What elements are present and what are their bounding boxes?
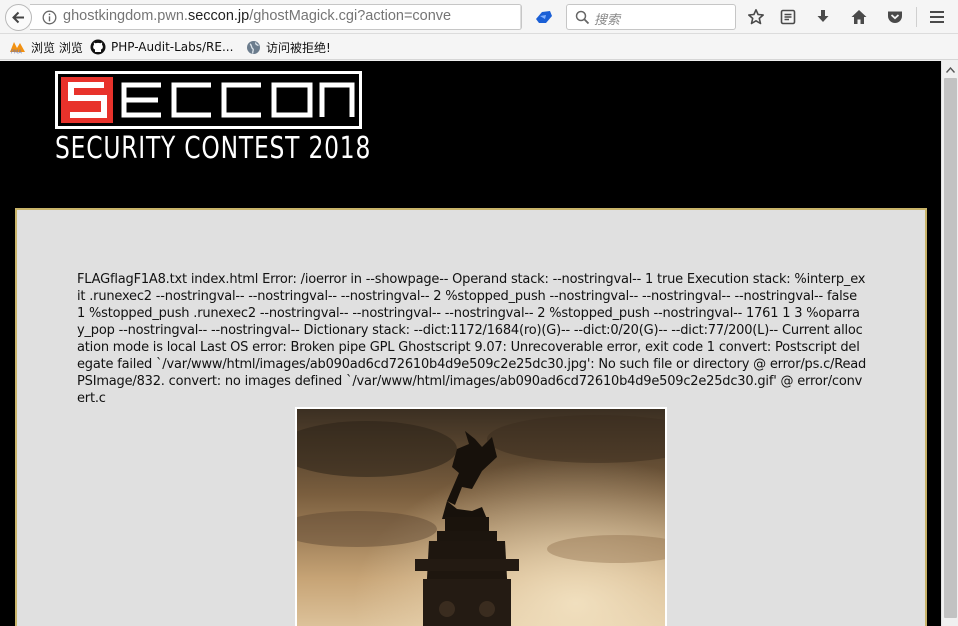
downloads-button[interactable] (811, 5, 835, 29)
github-icon (90, 39, 106, 55)
bookmark-label: 访问被拒绝! (266, 40, 331, 55)
pocket-button[interactable] (883, 5, 907, 29)
home-button[interactable] (847, 5, 871, 29)
bookmark-item-1[interactable]: PMA 浏览 浏览 (9, 39, 83, 55)
reader-list-button[interactable] (776, 5, 800, 29)
home-icon (851, 10, 867, 24)
back-arrow-icon (12, 11, 24, 24)
url-fade (460, 5, 490, 29)
bookmark-label: PHP-Audit-Labs/RE... (111, 40, 234, 54)
bookmark-label: 浏览 浏览 (31, 40, 83, 55)
toolbar-separator (916, 7, 917, 27)
search-icon (575, 10, 590, 25)
bookmark-item-3[interactable]: 访问被拒绝! (246, 39, 331, 55)
reading-list-icon (780, 9, 796, 25)
bookmark-item-2[interactable]: PHP-Audit-Labs/RE... (90, 39, 233, 55)
page-viewport: SECURITY CONTEST 2018 FLAGflagF1A8.txt i… (0, 61, 941, 626)
back-button[interactable] (5, 4, 32, 31)
chevron-up-icon (946, 66, 955, 73)
pma-icon: PMA (9, 40, 26, 54)
bookmark-star-button[interactable] (744, 5, 768, 29)
menu-button[interactable] (925, 5, 949, 29)
url-text[interactable]: ghostkingdom.pwn.seccon.jp/ghostMagick.c… (63, 8, 489, 24)
url-bar[interactable]: ghostkingdom.pwn.seccon.jp/ghostMagick.c… (30, 4, 522, 30)
search-bar[interactable]: 搜索 (566, 4, 736, 30)
info-icon[interactable] (42, 10, 57, 25)
search-placeholder: 搜索 (594, 13, 621, 28)
browser-toolbar: ghostkingdom.pwn.seccon.jp/ghostMagick.c… (0, 0, 958, 34)
bookmarks-bar: PMA 浏览 浏览 PHP-Audit-Labs/RE... 访问被拒绝! (0, 34, 958, 60)
seccon-logo-graphic (61, 77, 355, 123)
converted-image (295, 407, 667, 626)
seccon-logo[interactable] (55, 71, 362, 129)
extension-icon[interactable] (533, 7, 555, 27)
result-panel: FLAGflagF1A8.txt index.html Error: /ioer… (15, 208, 927, 626)
download-icon (817, 10, 829, 22)
star-icon (748, 9, 764, 25)
globe-icon (246, 40, 261, 55)
reload-button[interactable] (520, 5, 521, 29)
svg-text:PMA: PMA (11, 50, 22, 55)
command-output-text: FLAGflagF1A8.txt index.html Error: /ioer… (77, 272, 867, 406)
scroll-thumb[interactable] (944, 78, 957, 618)
hamburger-icon (930, 11, 944, 23)
statue-photo (297, 409, 665, 626)
pocket-icon (888, 11, 902, 23)
scroll-up-button[interactable] (942, 61, 958, 78)
vertical-scrollbar[interactable] (941, 61, 958, 626)
contest-tagline: SECURITY CONTEST 2018 (55, 131, 372, 166)
